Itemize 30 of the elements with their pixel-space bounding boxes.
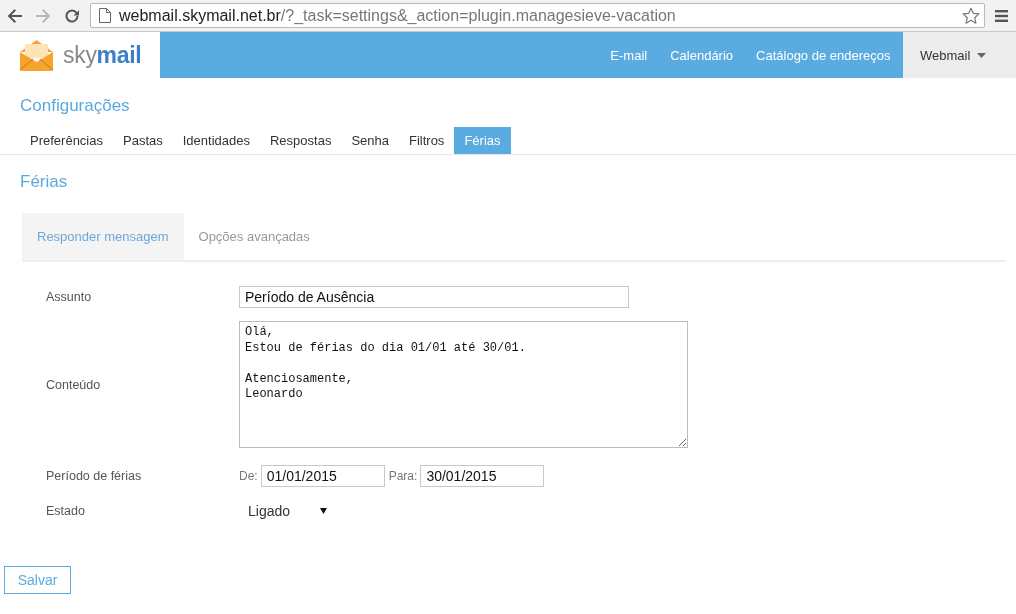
end-date-input[interactable]: 30/01/2015 [420, 465, 545, 487]
star-icon[interactable] [962, 6, 980, 25]
settings-tab[interactable]: Respostas [259, 127, 342, 154]
address-bar[interactable]: webmail.skymail.net.br/?_task=settings&_action=plugin.managesieve-vacation [90, 3, 985, 28]
envelope-logo-icon [18, 39, 55, 71]
settings-tab[interactable]: Senha [341, 127, 399, 154]
caret-icon [320, 508, 327, 514]
settings-tab[interactable]: Identidades [172, 127, 260, 154]
field-label: Conteúdo [46, 377, 102, 392]
from-label: De: [239, 469, 258, 483]
page-title: Configurações [20, 95, 130, 117]
reload-icon[interactable] [64, 7, 80, 24]
subject-input[interactable]: Período de Ausência [239, 286, 629, 308]
account-menu[interactable]: Webmail [903, 32, 1016, 78]
status-select[interactable]: Ligado [239, 501, 327, 521]
settings-tab[interactable]: Pastas [113, 127, 173, 154]
field-label: Assunto [46, 290, 93, 304]
settings-tab[interactable]: Filtros [399, 127, 455, 154]
field-label: Período de férias [46, 469, 143, 483]
message-textarea[interactable]: Olá, Estou de férias do dia 01/01 até 30/01. Atenciosamente, Leonardo [239, 321, 688, 448]
page-icon [99, 8, 111, 23]
settings-tab[interactable]: Preferências [20, 127, 113, 154]
menu-icon[interactable] [995, 9, 1008, 22]
field-label: Estado [46, 504, 86, 518]
start-date-input[interactable]: 01/01/2015 [260, 465, 385, 487]
logo-text: skymail [63, 41, 142, 69]
to-label: Para: [388, 469, 418, 483]
back-arrow-icon[interactable] [7, 7, 23, 24]
section-title: Férias [20, 171, 68, 193]
caret-icon [977, 52, 987, 58]
